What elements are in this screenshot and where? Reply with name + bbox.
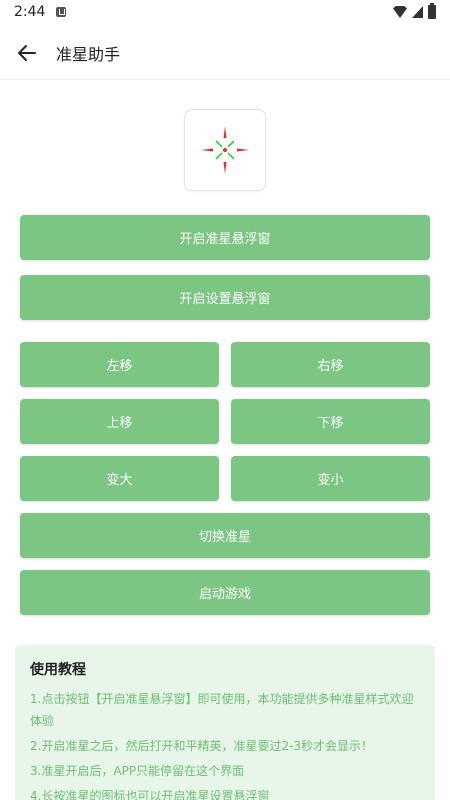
open-settings-overlay-button[interactable]: 开启设置悬浮窗 bbox=[20, 275, 430, 320]
tutorial-heading: 使用教程 bbox=[30, 662, 86, 678]
tutorial-line: 3.准星开启后，APP只能停留在这个界面 bbox=[30, 764, 245, 778]
move-up-button[interactable]: 上移 bbox=[20, 399, 219, 444]
status-bar: 2:44 bbox=[0, 0, 450, 26]
app-bar: 准星助手 bbox=[0, 26, 450, 80]
move-down-button[interactable]: 下移 bbox=[231, 399, 430, 444]
enlarge-button[interactable]: 变大 bbox=[20, 456, 219, 501]
open-crosshair-overlay-button[interactable]: 开启准星悬浮窗 bbox=[20, 215, 430, 260]
system-icons bbox=[393, 3, 436, 19]
page-title: 准星助手 bbox=[56, 45, 121, 64]
tutorial-line: 2.开启准星之后，然后打开和平精英，准星要过2-3秒才会显示！ bbox=[30, 739, 374, 753]
wifi-icon bbox=[393, 6, 407, 18]
crosshair-preview bbox=[184, 109, 266, 191]
status-time: 2:44 bbox=[14, 4, 46, 20]
move-right-button[interactable]: 右移 bbox=[231, 342, 430, 387]
launch-game-button[interactable]: 启动游戏 bbox=[20, 570, 430, 615]
battery-icon bbox=[428, 3, 436, 19]
a-icon bbox=[56, 7, 66, 17]
crosshair-icon bbox=[201, 126, 249, 174]
tutorial-line: 1.点击按钮【开启准星悬浮窗】即可使用，本功能提供多种准星样式欢迎体验 bbox=[30, 692, 414, 728]
switch-crosshair-button[interactable]: 切换准星 bbox=[20, 513, 430, 558]
move-left-button[interactable]: 左移 bbox=[20, 342, 219, 387]
arrow-left-icon bbox=[18, 45, 36, 61]
cellular-icon bbox=[412, 6, 423, 18]
tutorial-panel: 使用教程 1.点击按钮【开启准星悬浮窗】即可使用，本功能提供多种准星样式欢迎体验… bbox=[15, 645, 435, 800]
tutorial-line: 4.长按准星的图标也可以开启准星设置悬浮窗 bbox=[30, 789, 270, 800]
shrink-button[interactable]: 变小 bbox=[231, 456, 430, 501]
back-button[interactable] bbox=[12, 38, 42, 68]
